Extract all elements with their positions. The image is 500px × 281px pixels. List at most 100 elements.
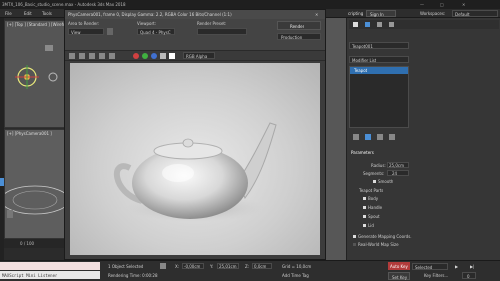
viewport-camera-label: [+] [PhysCamera001 ] <box>7 131 52 136</box>
selection-status: 1 Object Selected <box>108 264 144 269</box>
green-channel-icon[interactable] <box>142 53 148 59</box>
real-world-checkbox[interactable]: Real-World Map Size <box>353 242 399 247</box>
save-image-icon[interactable] <box>69 53 75 59</box>
viewport-dropdown[interactable]: Quad 4 - PhysC <box>137 28 175 35</box>
modifier-list-label: Modifier List <box>352 58 377 63</box>
body-checkbox[interactable]: Body <box>363 196 378 201</box>
parameters-rollout-title[interactable]: Parameters <box>351 150 374 155</box>
workspace-dropdown[interactable]: Default <box>452 10 498 17</box>
scripting-menu[interactable]: cripting <box>348 11 363 16</box>
generate-mapping-label: Generate Mapping Coords. <box>358 234 412 239</box>
remove-modifier-icon[interactable] <box>389 134 395 140</box>
menu-tools[interactable]: Tools <box>42 11 52 16</box>
smooth-checkbox[interactable]: Smooth <box>373 179 393 184</box>
mono-icon[interactable] <box>169 53 175 59</box>
play-icon[interactable]: ▶ <box>455 264 458 269</box>
workspace-value: Default <box>455 12 470 17</box>
area-dropdown[interactable]: View <box>68 28 104 35</box>
handle-checkbox[interactable]: Handle <box>363 205 382 210</box>
area-value: View <box>71 30 81 35</box>
render-window-titlebar[interactable]: PhysCamera001, frame 0, Display Gamma: 2… <box>65 10 325 19</box>
real-world-label: Real-World Map Size <box>358 242 399 247</box>
stack-tools <box>349 133 409 142</box>
body-label: Body <box>368 196 379 201</box>
selected-dropdown[interactable]: Selected <box>412 263 448 270</box>
render-window-close-icon[interactable]: ✕ <box>315 12 318 17</box>
red-channel-icon[interactable] <box>133 53 139 59</box>
segments-input[interactable]: 24 <box>387 170 409 176</box>
modify-tab-icon[interactable] <box>365 22 370 27</box>
alpha-channel-icon[interactable] <box>160 53 166 59</box>
auto-key-button[interactable]: Auto Key <box>388 262 410 270</box>
generate-mapping-checkbox[interactable]: Generate Mapping Coords. <box>353 234 412 239</box>
frame-field[interactable]: 0 <box>462 272 476 279</box>
make-unique-icon[interactable] <box>377 134 383 140</box>
lid-label: Lid <box>368 223 374 228</box>
render-button[interactable]: Render <box>277 21 321 30</box>
workspaces-label: Workspaces: <box>420 11 446 16</box>
stack-item-teapot[interactable]: Teapot <box>350 67 408 74</box>
render-controls: Area to Render: View Viewport: Quad 4 - … <box>65 19 325 51</box>
minimize-icon[interactable]: — <box>420 2 424 7</box>
maximize-icon[interactable]: □ <box>440 2 444 7</box>
radius-input[interactable]: 25,0cm <box>387 162 409 168</box>
clear-icon[interactable] <box>109 53 115 59</box>
maxscript-listener-top[interactable] <box>0 262 100 270</box>
hierarchy-tab-icon[interactable] <box>377 22 382 27</box>
status-bar: MAXScript Mini Listener 1 Object Selecte… <box>0 260 500 281</box>
grid-status: Grid = 10,0cm <box>282 264 312 269</box>
channel-dropdown[interactable]: RGB Alpha <box>183 52 215 59</box>
object-name-field[interactable]: Teapot001 <box>349 42 409 49</box>
lid-checkbox[interactable]: Lid <box>363 223 374 228</box>
y-field[interactable]: 25,01cm <box>217 263 239 269</box>
teapot-parts-label: Teapot Parts <box>359 188 384 193</box>
area-label: Area to Render: <box>68 21 100 26</box>
command-panel: Teapot001 Modifier List Teapot Parameter… <box>346 18 500 260</box>
window-title: 3MTX_106_Basic_studio_scene.max - Autode… <box>2 2 126 7</box>
set-key-label: Set Key <box>392 275 408 280</box>
signin-label: Sign In <box>370 12 384 17</box>
x-field[interactable]: -0,00cm <box>182 263 204 269</box>
time-slider[interactable]: 0 / 100 <box>4 239 67 248</box>
print-icon[interactable] <box>99 53 105 59</box>
maxscript-listener[interactable]: MAXScript Mini Listener <box>0 271 100 279</box>
add-time-tag[interactable]: Add Time Tag <box>282 273 309 278</box>
lock-selection-icon[interactable] <box>160 263 166 269</box>
key-filters-button[interactable]: Key Filters... <box>424 273 448 278</box>
channel-value: RGB Alpha <box>186 54 208 59</box>
copy-image-icon[interactable] <box>79 53 85 59</box>
menu-edit[interactable]: Edit <box>24 11 32 16</box>
set-key-button[interactable]: Set Key <box>388 272 410 280</box>
y-label: Y: <box>210 264 214 269</box>
production-dropdown[interactable]: Production <box>277 33 321 40</box>
z-field[interactable]: 0,0cm <box>252 263 272 269</box>
blue-channel-icon[interactable] <box>151 53 157 59</box>
viewport-right-strip[interactable] <box>326 18 346 260</box>
rendered-image <box>70 63 320 255</box>
render-window-title: PhysCamera001, frame 0, Display Gamma: 2… <box>68 12 232 17</box>
motion-tab-icon[interactable] <box>389 22 394 27</box>
preset-dropdown[interactable] <box>197 28 247 35</box>
lock-icon[interactable] <box>107 28 113 35</box>
spout-checkbox[interactable]: Spout <box>363 214 380 219</box>
close-icon[interactable]: ✕ <box>462 2 465 7</box>
z-value: 0,0cm <box>254 264 267 269</box>
signin-button[interactable]: Sign In <box>366 10 396 17</box>
modifier-list-dropdown[interactable]: Modifier List <box>349 56 409 63</box>
viewport-camera[interactable]: [+] [PhysCamera001 ] <box>4 129 67 239</box>
time-label: 0 / 100 <box>20 241 35 246</box>
title-bar: 3MTX_106_Basic_studio_scene.max - Autode… <box>0 0 500 9</box>
object-name: Teapot001 <box>352 44 373 49</box>
next-frame-icon[interactable]: ▶| <box>470 264 474 269</box>
render-time: Rendering Time: 0:00:28 <box>108 273 158 278</box>
pin-stack-icon[interactable] <box>353 134 359 140</box>
viewport-top[interactable]: [+] [Top ] [Standard ] [Wireframe ] <box>4 20 76 128</box>
menu-file[interactable]: File <box>5 11 12 16</box>
clone-frame-icon[interactable] <box>89 53 95 59</box>
x-label: X: <box>175 264 180 269</box>
radius-value: 25,0cm <box>389 163 405 168</box>
camera-wireframe <box>5 185 66 218</box>
create-tab-icon[interactable] <box>353 22 358 27</box>
teapot-render <box>113 122 277 222</box>
show-end-result-icon[interactable] <box>365 134 371 140</box>
